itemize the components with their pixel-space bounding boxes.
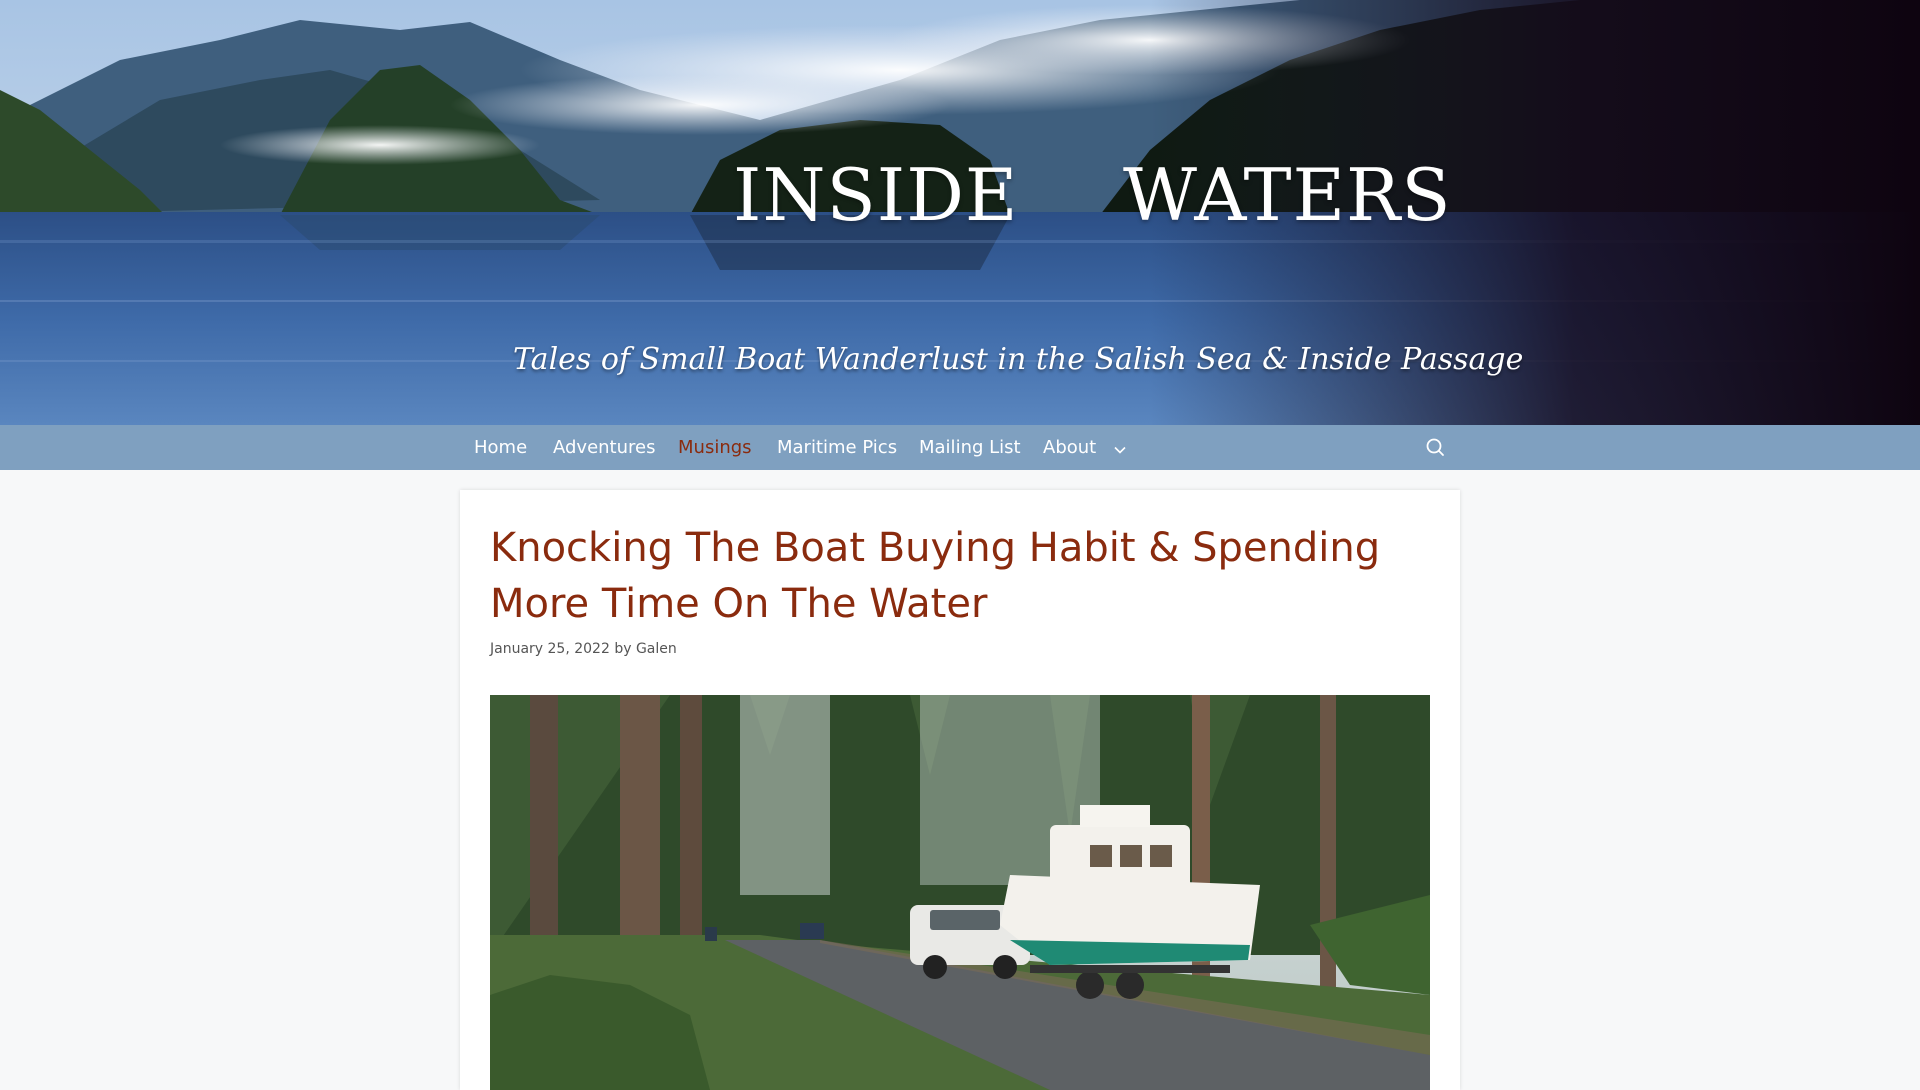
nav-item-maritime-pics[interactable]: Maritime Pics: [777, 425, 897, 470]
nav-item-mailing-list[interactable]: Mailing List: [919, 425, 1021, 470]
post-author[interactable]: Galen: [636, 641, 677, 657]
nav-item-home[interactable]: Home: [474, 425, 527, 470]
nav-item-musings[interactable]: Musings: [678, 425, 752, 470]
site-title-word-inside[interactable]: INSIDE: [733, 150, 1019, 240]
featured-image: [490, 695, 1430, 1090]
search-icon[interactable]: [1422, 435, 1448, 461]
nav-item-about[interactable]: About: [1043, 425, 1126, 470]
nav-item-adventures[interactable]: Adventures: [553, 425, 655, 470]
nav-inner: Home Adventures Musings Maritime Pics Ma…: [460, 425, 1460, 470]
post-title: Knocking The Boat Buying Habit & Spendin…: [490, 525, 1381, 627]
site-tagline: Tales of Small Boat Wanderlust in the Sa…: [513, 342, 1524, 377]
site-title-word-waters[interactable]: WATERS: [1123, 150, 1452, 240]
nav-item-about-label: About: [1043, 437, 1097, 458]
post-date[interactable]: January 25, 2022: [490, 641, 610, 657]
featured-image-illustration: [490, 695, 1430, 1090]
site-title[interactable]: INSIDE WATERS: [733, 150, 1451, 240]
chevron-down-icon[interactable]: [1114, 426, 1126, 471]
post-card: Knocking The Boat Buying Habit & Spendin…: [460, 490, 1460, 1090]
main-navigation: Home Adventures Musings Maritime Pics Ma…: [0, 425, 1920, 470]
site-header: INSIDE WATERS Tales of Small Boat Wander…: [0, 0, 1920, 425]
post-meta: January 25, 2022 by Galen: [490, 639, 677, 659]
post-by-label: by: [614, 641, 632, 657]
